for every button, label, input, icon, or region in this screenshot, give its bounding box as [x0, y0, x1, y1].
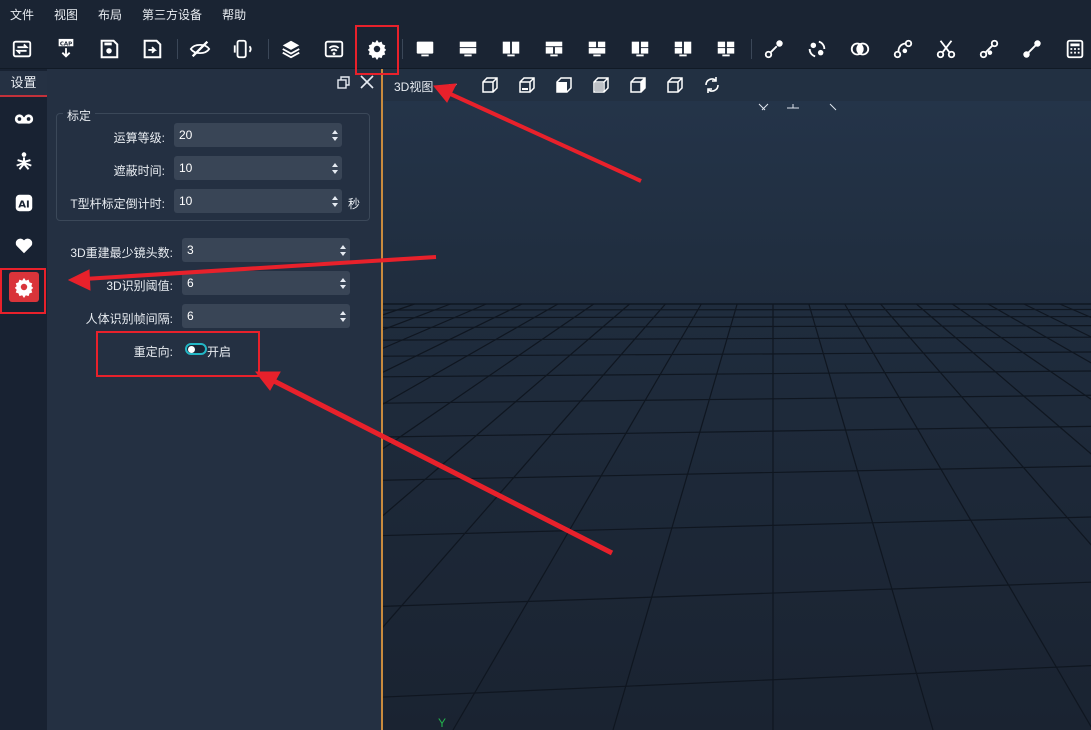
ground-grid [383, 101, 1091, 730]
svg-text:AI: AI [18, 200, 30, 211]
mask-time-value: 10 [179, 161, 193, 175]
t-bar-countdown-value: 10 [179, 194, 193, 208]
restore-icon[interactable] [337, 76, 351, 90]
field-label-min-cameras: 3D重建最少镜头数: [70, 246, 173, 260]
svg-text:CAP: CAP [60, 41, 72, 47]
panel-header [47, 69, 381, 97]
view-cube-top-icon[interactable] [518, 76, 536, 94]
layout-split-icon[interactable] [625, 34, 655, 64]
tab-settings[interactable]: 设置 [0, 71, 47, 97]
spinner-arrows[interactable] [328, 123, 342, 147]
layout-quad-icon[interactable] [711, 34, 741, 64]
frame-interval-input[interactable]: 6 [182, 304, 350, 328]
spinner-arrows[interactable] [328, 156, 342, 180]
layout-grid-icon[interactable] [539, 34, 569, 64]
view-mode-select[interactable]: 3D视图 [394, 78, 433, 95]
merge-icon[interactable] [845, 34, 875, 64]
view-cube-iso-icon[interactable] [555, 76, 573, 94]
menu-third-party-devices[interactable]: 第三方设备 [132, 0, 212, 30]
layout-split-2-icon[interactable] [668, 34, 698, 64]
field-label-compute-level: 运算等级: [113, 131, 165, 145]
menu-help[interactable]: 帮助 [212, 0, 256, 30]
field-label-mask-time: 遮蔽时间: [113, 164, 165, 178]
field-label-frame-interval: 人体识别帧间隔: [85, 312, 173, 326]
settings-panel: 标定 运算等级: 20 遮蔽时间: 10 T型杆标定倒计时: 10 秒 3D重建… [47, 69, 381, 730]
field-label-t-bar-countdown: T型杆标定倒计时: [70, 197, 165, 211]
view-cube-back-icon[interactable] [666, 76, 684, 94]
spinner-arrows[interactable] [336, 271, 350, 295]
heart-icon[interactable] [9, 230, 39, 260]
spinner-arrows[interactable] [328, 189, 342, 213]
field-label-3d-threshold: 3D识别阈值: [106, 279, 173, 293]
hide-icon[interactable] [185, 34, 215, 64]
3d-threshold-input[interactable]: 6 [182, 271, 350, 295]
cap-download-icon[interactable]: CAP [51, 34, 81, 64]
link-node-2-icon[interactable] [974, 34, 1004, 64]
chevron-down-icon[interactable] [449, 84, 457, 89]
ai-icon[interactable]: AI [9, 188, 39, 218]
rotate-nodes-icon[interactable] [802, 34, 832, 64]
mask-time-input[interactable]: 10 [174, 156, 342, 180]
layout-horizontal-icon[interactable] [453, 34, 483, 64]
annotation-box-toolbar-gear [355, 25, 399, 75]
3d-threshold-value: 6 [187, 276, 194, 290]
frame-interval-value: 6 [187, 309, 194, 323]
menu-layout[interactable]: 布局 [88, 0, 132, 30]
save-as-icon[interactable] [137, 34, 167, 64]
reset-view-icon[interactable] [703, 76, 721, 94]
annotation-box-retarget [96, 331, 260, 377]
view-cube-front-icon[interactable] [481, 76, 499, 94]
3d-viewport[interactable] [383, 101, 1091, 730]
view-cube-left-icon[interactable] [592, 76, 610, 94]
compute-level-value: 20 [179, 128, 193, 142]
seconds-unit: 秒 [348, 197, 361, 211]
spinner-arrows[interactable] [336, 238, 350, 262]
swap-icon[interactable] [7, 34, 37, 64]
viewport-toolbar: 3D视图 [383, 69, 1091, 101]
menu-view[interactable]: 视图 [44, 0, 88, 30]
t-bar-countdown-input[interactable]: 10 [174, 189, 342, 213]
view-cube-right-icon[interactable] [629, 76, 647, 94]
save-icon[interactable] [94, 34, 124, 64]
menu-bar: 文件 视图 布局 第三方设备 帮助 [0, 0, 1091, 30]
monitor-single-icon[interactable] [410, 34, 440, 64]
close-icon[interactable] [359, 74, 375, 90]
calibration-group-title: 标定 [63, 107, 96, 124]
min-cameras-value: 3 [187, 243, 194, 257]
link-nodes-icon[interactable] [759, 34, 789, 64]
main-toolbar: CAP [0, 30, 1091, 69]
device-connect-icon[interactable] [228, 34, 258, 64]
curve-nodes-icon[interactable] [888, 34, 918, 64]
layers-icon[interactable] [276, 34, 306, 64]
scissors-icon[interactable] [931, 34, 961, 64]
compute-level-input[interactable]: 20 [174, 123, 342, 147]
min-cameras-input[interactable]: 3 [182, 238, 350, 262]
skeleton-icon[interactable] [9, 146, 39, 176]
menu-file[interactable]: 文件 [0, 0, 44, 30]
calculator-icon[interactable] [1060, 34, 1090, 64]
connect-icon[interactable] [1017, 34, 1047, 64]
y-axis-label: Y [438, 716, 447, 730]
wifi-stream-icon[interactable] [319, 34, 349, 64]
side-tab-strip: 设置 AI [0, 69, 48, 730]
layout-vertical-icon[interactable] [496, 34, 526, 64]
layout-t-icon[interactable] [582, 34, 612, 64]
spinner-arrows[interactable] [336, 304, 350, 328]
annotation-box-sidebar-gear [0, 268, 46, 314]
camera-icon[interactable] [9, 104, 39, 134]
